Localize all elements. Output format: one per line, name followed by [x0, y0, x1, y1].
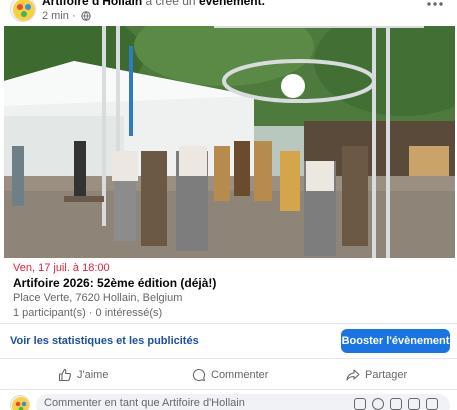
- thumbs-up-icon: [58, 368, 71, 382]
- post-action-text: a créé un: [145, 0, 196, 8]
- view-stats-link[interactable]: Voir les statistiques et les publicités: [10, 335, 199, 347]
- camera-icon[interactable]: [390, 398, 402, 410]
- share-label: Partager: [365, 369, 408, 381]
- post-actions: J'aime Commenter Partager: [0, 360, 457, 390]
- page-avatar[interactable]: [10, 0, 36, 22]
- ellipsis-icon[interactable]: [424, 0, 446, 12]
- boost-event-button[interactable]: Booster l'évènement: [341, 329, 450, 353]
- post-author-link[interactable]: Artifoire d'Hollain: [42, 0, 142, 8]
- like-label: J'aime: [77, 369, 109, 381]
- post-meta: 2 min ·: [42, 9, 91, 25]
- event-cover-photo[interactable]: [4, 26, 455, 258]
- comment-label: Commenter: [211, 369, 269, 381]
- post-time[interactable]: 2 min: [42, 10, 69, 22]
- gif-icon[interactable]: [408, 398, 420, 410]
- comment-placeholder: Commenter en tant que Artifoire d'Hollai…: [44, 397, 245, 409]
- post-card: Artifoire d'Hollain a créé un évènement.…: [0, 0, 457, 410]
- event-attendance: 1 participant(s) · 0 intéressé(s): [13, 307, 163, 319]
- post-header-title: Artifoire d'Hollain a créé un évènement.: [42, 0, 265, 8]
- globe-icon: [81, 11, 91, 25]
- sticker-icon[interactable]: [354, 398, 366, 410]
- event-date: Ven, 17 juil. à 18:00: [13, 262, 110, 274]
- post-object-link[interactable]: évènement.: [199, 0, 265, 8]
- comment-composer: Commenter en tant que Artifoire d'Hollai…: [0, 392, 457, 410]
- commenter-avatar: [10, 395, 30, 410]
- comment-button[interactable]: Commenter: [192, 365, 282, 385]
- stickers-icon[interactable]: [426, 398, 438, 410]
- post-header: Artifoire d'Hollain a créé un évènement.…: [0, 0, 457, 26]
- stats-bar: Voir les statistiques et les publicités …: [0, 325, 457, 359]
- event-title[interactable]: Artifoire 2026: 52ème édition (déjà!): [13, 276, 216, 290]
- emoji-icon[interactable]: [372, 398, 384, 410]
- comment-input[interactable]: Commenter en tant que Artifoire d'Hollai…: [36, 394, 450, 410]
- like-button[interactable]: J'aime: [58, 365, 118, 385]
- event-info[interactable]: Ven, 17 juil. à 18:00 Artifoire 2026: 52…: [0, 258, 457, 324]
- share-icon: [346, 369, 360, 381]
- share-button[interactable]: Partager: [346, 365, 426, 385]
- event-location: Place Verte, 7620 Hollain, Belgium: [13, 292, 183, 304]
- comment-icon: [192, 368, 206, 382]
